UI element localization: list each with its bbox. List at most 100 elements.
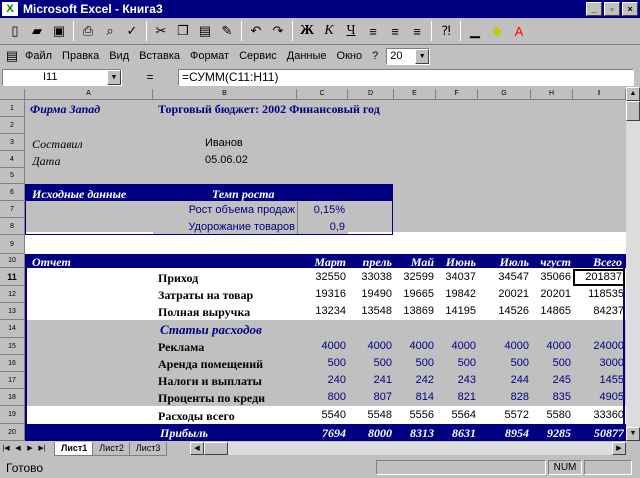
interest-cell[interactable]: 828 xyxy=(478,391,529,403)
fill-color-icon[interactable]: ◆ xyxy=(486,20,508,42)
row-header-5[interactable]: 5 xyxy=(0,168,25,184)
profit-cell[interactable]: 9285 xyxy=(531,426,571,441)
underline-button[interactable]: Ч xyxy=(340,20,362,42)
total-expenses-cell[interactable]: 5572 xyxy=(478,409,529,421)
costs-cell[interactable]: 19665 xyxy=(394,288,434,300)
menu-insert[interactable]: Вставка xyxy=(134,50,185,62)
name-box[interactable]: I11 ▼ xyxy=(2,68,122,86)
column-header-g[interactable]: G xyxy=(478,89,531,100)
revenue-cell[interactable]: 13548 xyxy=(348,305,392,317)
paste-icon[interactable]: ▤ xyxy=(194,20,216,42)
restore-button[interactable]: ▫ xyxy=(604,2,620,16)
row-header-15[interactable]: 15 xyxy=(0,338,25,355)
chevron-down-icon[interactable]: ▼ xyxy=(415,48,430,64)
next-sheet-icon[interactable]: ▶ xyxy=(24,442,36,455)
row-header-1[interactable]: 1 xyxy=(0,100,25,117)
row-header-2[interactable]: 2 xyxy=(0,117,25,134)
profit-cell[interactable]: 8000 xyxy=(348,426,392,441)
profit-cell[interactable]: 50877 xyxy=(573,426,624,441)
print-icon[interactable]: ⎙ xyxy=(77,20,99,42)
taxes-cell[interactable]: 245 xyxy=(531,374,571,386)
cost-growth-value[interactable]: 0,9 xyxy=(299,221,345,233)
rent-cell[interactable]: 500 xyxy=(436,357,476,369)
row-header-9[interactable]: 9 xyxy=(0,235,25,254)
tab-sheet1[interactable]: Лист1 xyxy=(54,441,95,456)
format-painter-icon[interactable]: ✎ xyxy=(216,20,238,42)
scroll-right-icon[interactable]: ▶ xyxy=(612,442,626,455)
rent-cell[interactable]: 500 xyxy=(531,357,571,369)
align-right-icon[interactable]: ≡ xyxy=(406,20,428,42)
revenue-cell[interactable]: 14195 xyxy=(436,305,476,317)
income-cell[interactable]: 33038 xyxy=(348,271,392,283)
align-left-icon[interactable]: ≡ xyxy=(362,20,384,42)
borders-icon[interactable]: ▁ xyxy=(464,20,486,42)
new-file-icon[interactable]: ▯ xyxy=(4,20,26,42)
interest-cell[interactable]: 807 xyxy=(348,391,392,403)
profit-cell[interactable]: 7694 xyxy=(297,426,346,441)
ads-cell[interactable]: 4000 xyxy=(348,340,392,352)
rent-cell[interactable]: 3000 xyxy=(573,357,624,369)
interest-cell[interactable]: 835 xyxy=(531,391,571,403)
menu-help[interactable]: ? xyxy=(367,50,383,62)
worksheet-grid[interactable]: A B C D E F G H I 1 2 3 4 5 6 7 8 9 10 1… xyxy=(0,89,640,441)
open-folder-icon[interactable]: ▰ xyxy=(26,20,48,42)
menu-view[interactable]: Вид xyxy=(104,50,134,62)
row-header-4[interactable]: 4 xyxy=(0,151,25,168)
first-sheet-icon[interactable]: |◀ xyxy=(0,442,12,455)
total-expenses-cell[interactable]: 5556 xyxy=(394,409,434,421)
minimize-button[interactable]: _ xyxy=(586,2,602,16)
total-expenses-cell[interactable]: 5540 xyxy=(297,409,346,421)
income-cell[interactable]: 32599 xyxy=(394,271,434,283)
column-header-i[interactable]: I xyxy=(573,89,626,100)
total-expenses-cell[interactable]: 5580 xyxy=(531,409,571,421)
menu-file[interactable]: Файл xyxy=(20,50,57,62)
taxes-cell[interactable]: 1455 xyxy=(573,374,624,386)
income-cell[interactable]: 34037 xyxy=(436,271,476,283)
undo-icon[interactable]: ↶ xyxy=(245,20,267,42)
row-header-13[interactable]: 13 xyxy=(0,303,25,320)
row-header-16[interactable]: 16 xyxy=(0,355,25,372)
menu-edit[interactable]: Правка xyxy=(57,50,104,62)
horizontal-scrollbar[interactable]: ◀ ▶ xyxy=(190,442,626,455)
document-icon[interactable]: ▤ xyxy=(4,45,20,67)
row-header-20[interactable]: 20 xyxy=(0,424,25,441)
spelling-icon[interactable]: ✓ xyxy=(121,20,143,42)
costs-cell[interactable]: 20201 xyxy=(531,288,571,300)
sales-growth-value[interactable]: 0,15% xyxy=(299,204,345,216)
profit-cell[interactable]: 8313 xyxy=(394,426,434,441)
last-sheet-icon[interactable]: ▶| xyxy=(36,442,48,455)
print-preview-icon[interactable]: ⌕ xyxy=(99,20,121,42)
cut-icon[interactable]: ✂ xyxy=(150,20,172,42)
income-cell[interactable]: 32550 xyxy=(297,271,346,283)
redo-icon[interactable]: ↷ xyxy=(267,20,289,42)
excel-icon[interactable]: X xyxy=(2,2,18,16)
column-header-e[interactable]: E xyxy=(394,89,436,100)
row-header-19[interactable]: 19 xyxy=(0,406,25,424)
italic-button[interactable]: К xyxy=(318,20,340,42)
interest-cell[interactable]: 814 xyxy=(394,391,434,403)
revenue-cell[interactable]: 84237 xyxy=(573,305,624,317)
vertical-scrollbar[interactable]: ▲ ▼ xyxy=(626,87,640,441)
copy-icon[interactable]: ❐ xyxy=(172,20,194,42)
ads-cell[interactable]: 4000 xyxy=(478,340,529,352)
revenue-cell[interactable]: 14526 xyxy=(478,305,529,317)
bold-button[interactable]: Ж xyxy=(296,20,318,42)
costs-cell[interactable]: 20021 xyxy=(478,288,529,300)
scroll-down-icon[interactable]: ▼ xyxy=(626,427,640,441)
income-cell[interactable]: 35066 xyxy=(531,271,571,283)
taxes-cell[interactable]: 240 xyxy=(297,374,346,386)
column-header-c[interactable]: C xyxy=(297,89,348,100)
profit-cell[interactable]: 8631 xyxy=(436,426,476,441)
row-header-10[interactable]: 10 xyxy=(0,254,25,268)
align-center-icon[interactable]: ≡ xyxy=(384,20,406,42)
ads-cell[interactable]: 4000 xyxy=(394,340,434,352)
row-header-18[interactable]: 18 xyxy=(0,389,25,406)
interest-cell[interactable]: 821 xyxy=(436,391,476,403)
scroll-up-icon[interactable]: ▲ xyxy=(626,87,640,101)
rent-cell[interactable]: 500 xyxy=(478,357,529,369)
tab-sheet2[interactable]: Лист2 xyxy=(92,441,131,456)
column-header-d[interactable]: D xyxy=(348,89,394,100)
costs-cell[interactable]: 19842 xyxy=(436,288,476,300)
row-header-11[interactable]: 11 xyxy=(0,268,25,286)
scroll-thumb[interactable] xyxy=(626,101,640,121)
